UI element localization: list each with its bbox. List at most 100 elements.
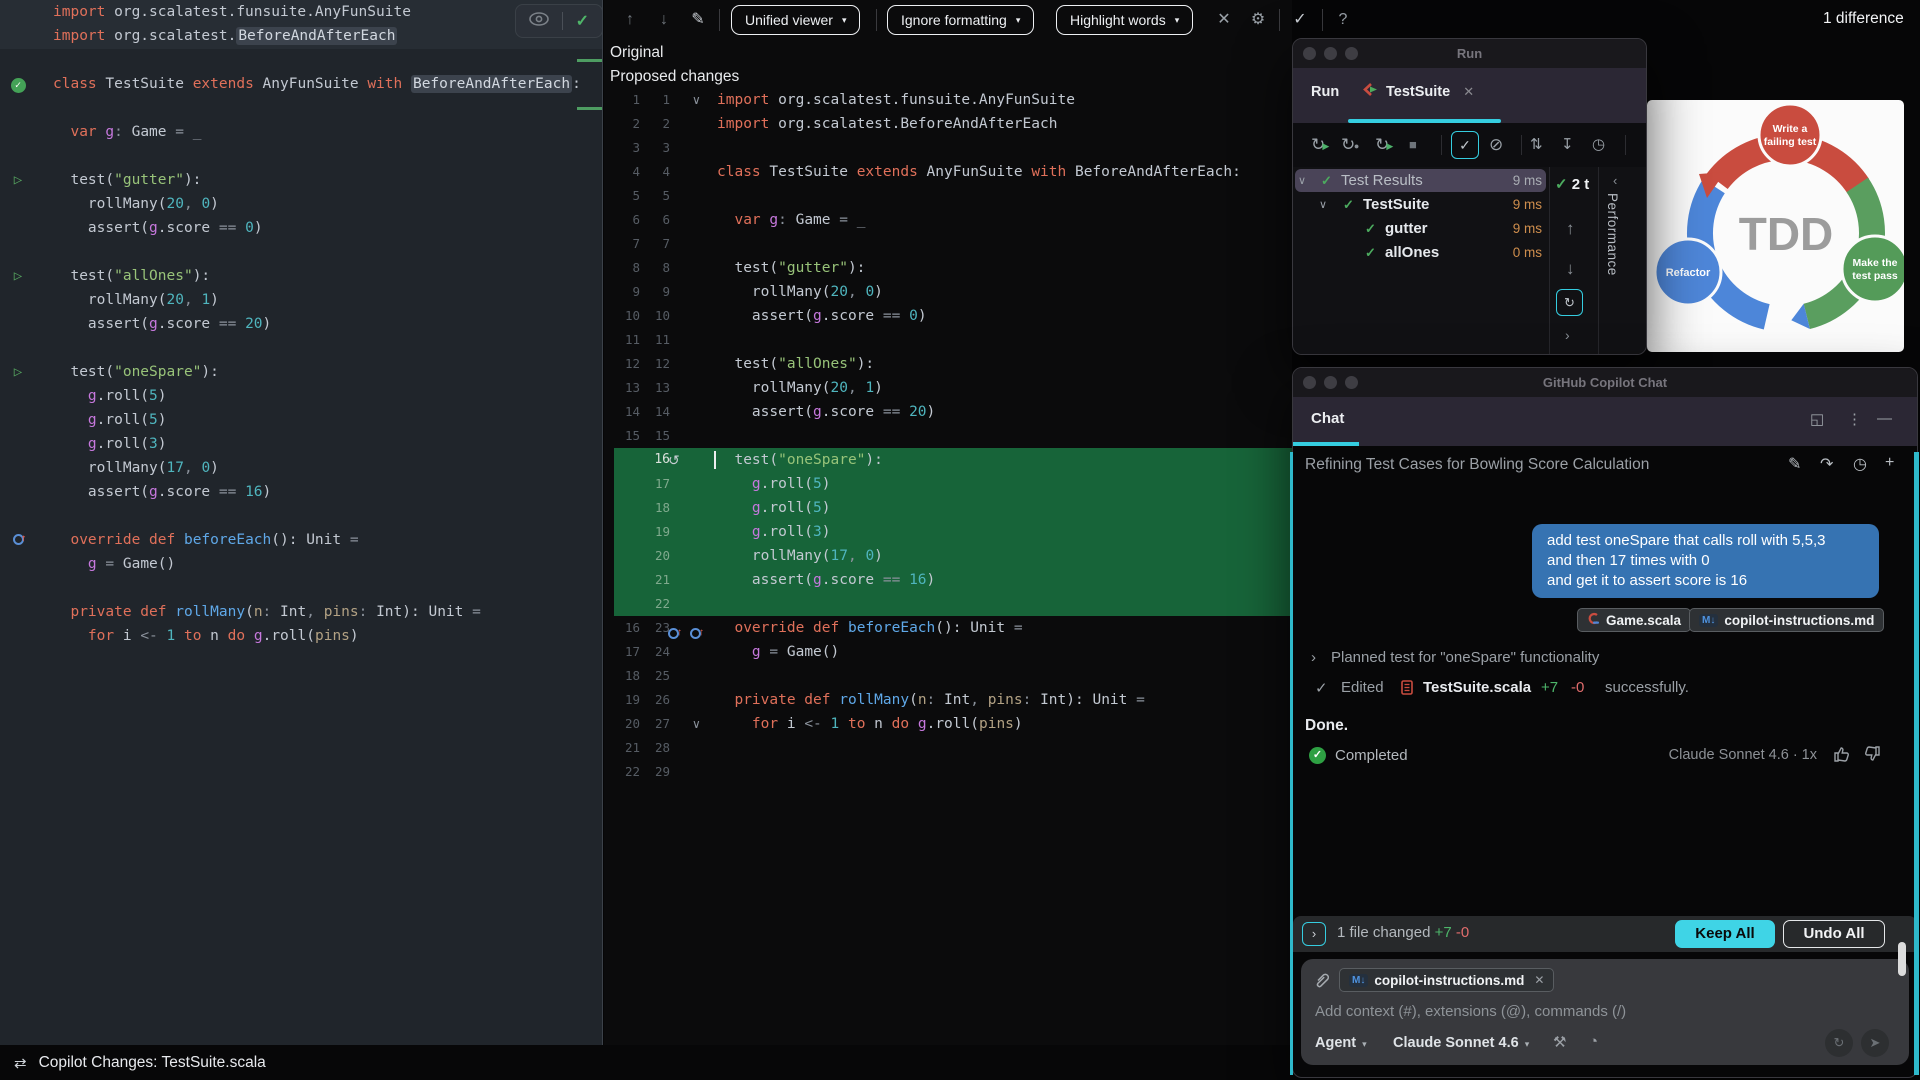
import-results-icon[interactable]: ↧ — [1561, 135, 1574, 155]
window-edge-accent — [1914, 452, 1919, 1075]
chat-input-box[interactable]: M↓ copilot-instructions.md ✕ Add context… — [1301, 959, 1909, 1065]
run-test-icon[interactable]: ▷ — [8, 360, 28, 384]
divider — [1598, 167, 1599, 354]
code-line: ▷ test("gutter"): — [0, 168, 603, 192]
diff-line: 2128 — [604, 736, 1292, 760]
settings-gear-icon[interactable]: ⚙ — [1246, 0, 1270, 40]
tools-icon[interactable]: ⚒ — [1553, 1033, 1566, 1051]
keep-all-button[interactable]: Keep All — [1675, 920, 1775, 948]
scrollbar-thumb[interactable] — [1898, 942, 1906, 976]
redo-icon[interactable]: ↷ — [1820, 454, 1833, 474]
sort-tests-icon[interactable]: ⇅ — [1530, 135, 1543, 155]
tab-chat[interactable]: Chat — [1311, 410, 1344, 427]
model-usage-label: Claude Sonnet 4.6 · 1x — [1669, 747, 1817, 763]
test-passed-icon: ✓ — [1321, 169, 1332, 193]
thumbs-down-icon[interactable] — [1863, 745, 1881, 768]
expand-panel-icon[interactable]: › — [1565, 327, 1570, 343]
fold-chevron-icon[interactable]: ∨ — [692, 712, 701, 736]
tab-testsuite[interactable]: TestSuite ✕ — [1363, 82, 1474, 102]
code-line — [0, 336, 603, 360]
new-chat-icon[interactable]: + — [1885, 454, 1894, 472]
expand-chevron-icon[interactable]: ∨ — [1298, 169, 1306, 193]
chevron-right-icon[interactable]: › — [1311, 649, 1316, 666]
open-in-window-icon[interactable]: ◱ — [1810, 410, 1824, 428]
voice-sync-button[interactable]: ↻ — [1825, 1029, 1853, 1057]
send-button[interactable]: ➤ — [1861, 1029, 1889, 1057]
thumbs-up-icon[interactable] — [1833, 745, 1851, 768]
chat-input-placeholder[interactable]: Add context (#), extensions (@), command… — [1315, 1003, 1626, 1020]
override-method-icon[interactable] — [8, 528, 28, 552]
edited-file-name[interactable]: TestSuite.scala — [1423, 679, 1531, 696]
mode-dropdown[interactable]: Agent▾ — [1315, 1035, 1367, 1051]
kebab-menu-icon[interactable]: ⋮ — [1847, 410, 1862, 428]
viewer-mode-dropdown[interactable]: Unified viewer▾ — [731, 5, 860, 35]
chat-tabs: Chat ◱ ⋮ — — [1293, 397, 1917, 446]
test-results-tree[interactable]: ∨✓Test Results9 ms∨✓TestSuite9 ms✓gutter… — [1293, 169, 1549, 265]
divider — [719, 9, 720, 31]
revert-change-icon[interactable]: ↺ — [668, 448, 680, 472]
previous-difference-icon[interactable]: ↑ — [618, 0, 642, 40]
highlight-dropdown[interactable]: Highlight words▾ — [1056, 5, 1193, 35]
editor-code[interactable]: import org.scalatest.funsuite.AnyFunSuit… — [0, 0, 603, 648]
rerun-failed-icon[interactable]: ↻● — [1341, 135, 1355, 155]
tab-performance[interactable]: Performance — [1605, 193, 1620, 276]
diff-line: 44class TestSuite extends AnyFunSuite wi… — [604, 160, 1292, 184]
test-name: Test Results — [1341, 169, 1423, 193]
test-history-clock-icon[interactable]: ◷ — [1592, 135, 1605, 155]
attachment-chip-game[interactable]: Game.scala — [1577, 608, 1691, 632]
diff-code[interactable]: 11∨import org.scalatest.funsuite.AnyFunS… — [604, 88, 1292, 784]
history-clock-icon[interactable]: ◷ — [1853, 454, 1867, 474]
paperclip-icon[interactable] — [1313, 971, 1330, 994]
diff-added-line: 20 rollMany(17, 0) — [604, 544, 1292, 568]
accept-check-icon[interactable]: ✓ — [576, 11, 589, 31]
tests-passed-icon[interactable]: ✓ — [8, 72, 28, 96]
help-icon[interactable]: ? — [1331, 0, 1355, 40]
close-tab-icon[interactable]: ✕ — [1463, 84, 1474, 100]
fold-chevron-icon[interactable]: ∨ — [692, 88, 701, 112]
undo-all-button[interactable]: Undo All — [1783, 920, 1885, 948]
planned-test-row[interactable]: Planned test for "oneSpare" functionalit… — [1331, 649, 1599, 666]
collapse-performance-icon[interactable]: ‹ — [1613, 173, 1617, 188]
model-dropdown[interactable]: Claude Sonnet 4.6▾ — [1393, 1035, 1529, 1051]
eye-icon[interactable] — [529, 12, 549, 31]
diff-added-line: 21 assert(g.score == 16) — [604, 568, 1292, 592]
remove-chip-icon[interactable]: ✕ — [1534, 973, 1544, 987]
edit-icon[interactable]: ✎ — [686, 0, 710, 40]
resume-icon[interactable]: ↻▶ — [1375, 135, 1389, 155]
test-tree-row[interactable]: ✓gutter9 ms — [1293, 217, 1549, 241]
run-tool-window: Run Run TestSuite ✕ ↻▶ ↻● ↻▶ ■ ✓ ⊘ ⇅ ↧ ◷ — [1292, 38, 1647, 355]
run-test-icon[interactable]: ▷ — [8, 264, 28, 288]
test-tree-row[interactable]: ∨✓Test Results9 ms — [1293, 169, 1549, 193]
attachment-chip-instructions[interactable]: M↓ copilot-instructions.md — [1689, 608, 1884, 632]
change-marker — [577, 59, 603, 62]
apply-check-icon[interactable]: ✓ — [1288, 0, 1312, 40]
ide-screen: import org.scalatest.funsuite.AnyFunSuit… — [0, 0, 1920, 1080]
code-line: import org.scalatest.funsuite.AnyFunSuit… — [0, 0, 603, 24]
rerun-tests-icon[interactable]: ↻▶ — [1311, 135, 1325, 155]
tab-run[interactable]: Run — [1311, 84, 1339, 100]
context-chip[interactable]: M↓ copilot-instructions.md ✕ — [1339, 968, 1554, 992]
test-tree-row[interactable]: ∨✓TestSuite9 ms — [1293, 193, 1549, 217]
collapse-icon[interactable]: ✕ — [1212, 0, 1236, 40]
minimize-panel-icon[interactable]: — — [1877, 410, 1892, 427]
filter-tests-icon[interactable]: ↻ — [1556, 289, 1583, 316]
edit-thread-icon[interactable]: ✎ — [1788, 454, 1801, 474]
expand-chevron-icon[interactable]: ∨ — [1319, 193, 1327, 217]
window-titlebar[interactable]: GitHub Copilot Chat — [1293, 368, 1917, 397]
formatting-dropdown[interactable]: Ignore formatting▾ — [887, 5, 1034, 35]
next-difference-icon[interactable]: ↓ — [652, 0, 676, 40]
expand-changes-icon[interactable]: › — [1302, 922, 1326, 946]
diff-viewer: ↑ ↓ ✎ Unified viewer▾ Ignore formatting▾… — [604, 0, 1292, 1045]
window-titlebar[interactable]: Run — [1293, 39, 1646, 68]
stop-icon[interactable]: ■ — [1409, 135, 1417, 155]
run-test-icon[interactable]: ▷ — [8, 168, 28, 192]
show-ignored-filter-icon[interactable]: ⊘ — [1489, 135, 1503, 155]
next-test-icon[interactable]: ↓ — [1566, 259, 1575, 279]
diff-line: 2229 — [604, 760, 1292, 784]
editor-pane[interactable]: import org.scalatest.funsuite.AnyFunSuit… — [0, 0, 603, 1045]
show-passed-filter-icon[interactable]: ✓ — [1451, 131, 1479, 159]
copilot-chat-window: GitHub Copilot Chat Chat ◱ ⋮ — Refining … — [1292, 367, 1918, 1078]
quota-gauge-icon[interactable]: ◔ — [1589, 1033, 1598, 1050]
previous-test-icon[interactable]: ↑ — [1566, 219, 1575, 239]
test-tree-row[interactable]: ✓allOnes0 ms — [1293, 241, 1549, 265]
